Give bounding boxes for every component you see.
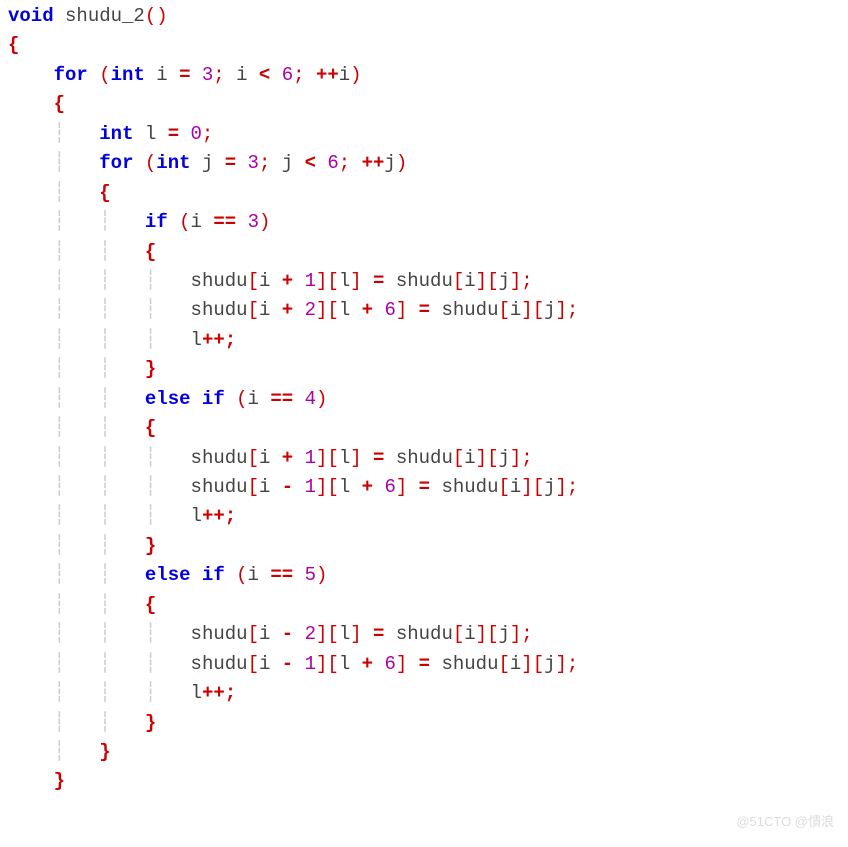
code-block: void shudu_2() { for (int i = 3; i < 6; … — [8, 2, 840, 797]
watermark: @51CTO @憒浪 — [736, 812, 834, 832]
